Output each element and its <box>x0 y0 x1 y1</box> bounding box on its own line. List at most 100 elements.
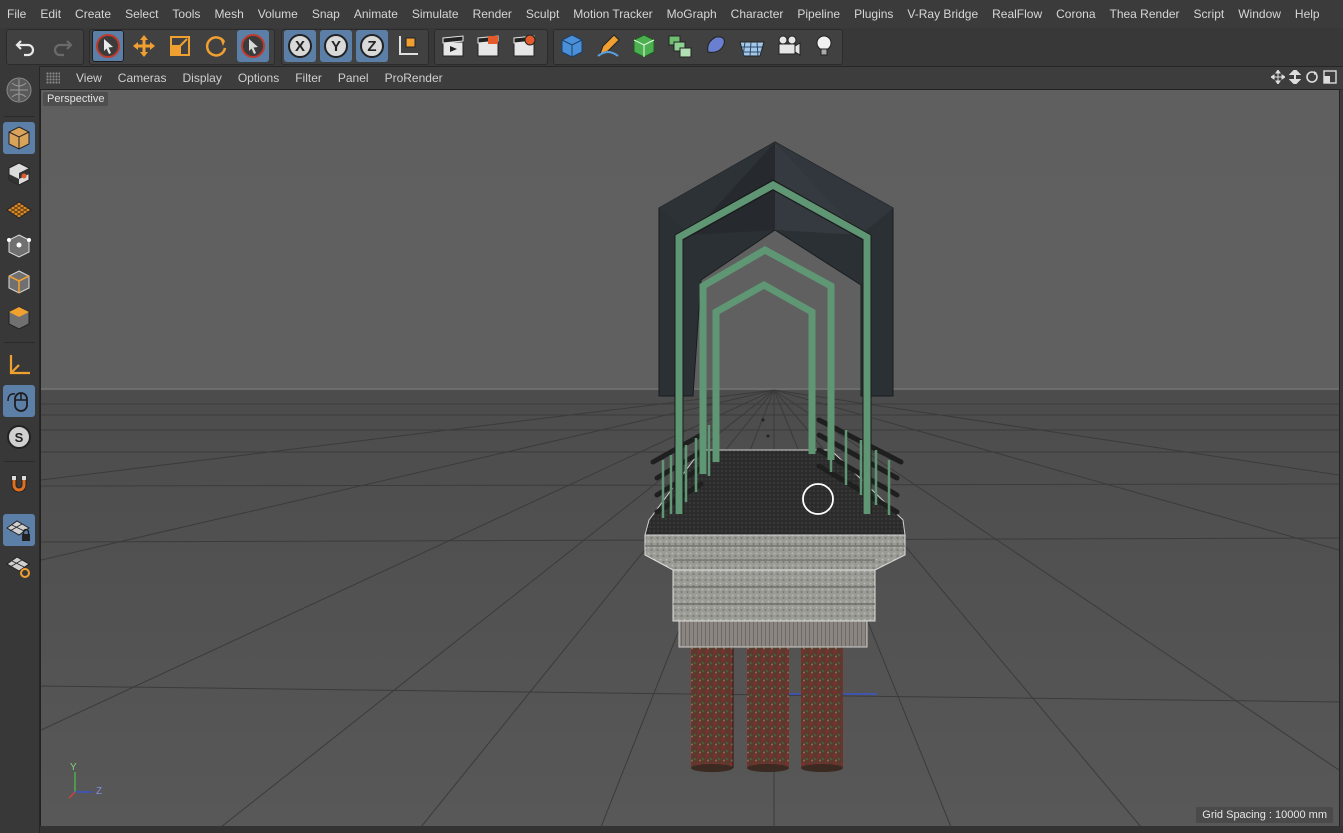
menu-window[interactable]: Window <box>1231 0 1288 28</box>
world-coordinates-icon <box>399 36 418 55</box>
menu-script[interactable]: Script <box>1187 0 1232 28</box>
cursor-icon <box>241 34 265 58</box>
menu-render[interactable]: Render <box>466 0 519 28</box>
menu-create[interactable]: Create <box>68 0 118 28</box>
perspective-viewport[interactable]: Perspective Y Z Grid Spacing : 10000 mm <box>40 89 1340 828</box>
x-axis-lock-button[interactable]: X <box>284 30 316 62</box>
menu-file[interactable]: File <box>0 0 33 28</box>
main-toolbar: X Y Z <box>0 28 1343 67</box>
solo-mode-button[interactable]: S <box>3 421 35 453</box>
viewport-menu-options[interactable]: Options <box>230 71 287 85</box>
menu-select[interactable]: Select <box>118 0 165 28</box>
axis-icon <box>9 355 30 375</box>
menu-bar: File Edit Create Select Tools Mesh Volum… <box>0 0 1343 29</box>
camera-label[interactable]: Perspective <box>43 92 109 106</box>
viewport-nav-controls <box>1271 70 1337 84</box>
texture-mode-button[interactable] <box>3 158 35 190</box>
menu-volume[interactable]: Volume <box>251 0 305 28</box>
subdivision-surface-button[interactable] <box>628 30 660 62</box>
menu-animate[interactable]: Animate <box>347 0 405 28</box>
render-settings-button[interactable] <box>508 30 540 62</box>
render-view-button[interactable] <box>437 30 469 62</box>
menu-motion-tracker[interactable]: Motion Tracker <box>566 0 659 28</box>
scene-canvas[interactable] <box>41 90 1339 827</box>
snap-button[interactable] <box>3 468 35 500</box>
model-mode-button[interactable] <box>3 122 35 154</box>
scale-tool-button[interactable] <box>164 30 196 62</box>
panel-grip[interactable] <box>46 72 60 84</box>
menu-plugins[interactable]: Plugins <box>847 0 900 28</box>
floor-grid-icon <box>739 41 765 57</box>
menu-character[interactable]: Character <box>724 0 791 28</box>
render-region-button[interactable] <box>472 30 504 62</box>
z-axis-label: Z <box>367 37 377 55</box>
zoom-icon[interactable] <box>1289 70 1301 84</box>
menu-simulate[interactable]: Simulate <box>405 0 466 28</box>
viewport-menu-panel[interactable]: Panel <box>330 71 377 85</box>
maximize-view-icon[interactable] <box>1323 70 1337 84</box>
viewport-menu-filter[interactable]: Filter <box>287 71 330 85</box>
selection-tool-button[interactable] <box>237 30 269 62</box>
move-icon <box>133 35 155 57</box>
menu-corona[interactable]: Corona <box>1049 0 1102 28</box>
mouse-icon <box>7 392 28 412</box>
deformer-button[interactable] <box>700 30 732 62</box>
render-region-icon <box>477 35 499 57</box>
model-cube-icon <box>8 126 30 150</box>
viewport-menu-display[interactable]: Display <box>174 71 229 85</box>
texture-checker-icon <box>8 162 30 186</box>
tweak-mode-button[interactable] <box>3 385 35 417</box>
menu-help[interactable]: Help <box>1288 0 1327 28</box>
menu-realflow[interactable]: RealFlow <box>985 0 1049 28</box>
menu-vray-bridge[interactable]: V-Ray Bridge <box>900 0 985 28</box>
support-piles <box>691 646 843 772</box>
workplane-mode-button[interactable] <box>3 194 35 226</box>
y-axis-lock-button[interactable]: Y <box>320 30 352 62</box>
viewport-menu-prorender[interactable]: ProRender <box>377 71 451 85</box>
locked-workplane-button[interactable] <box>3 514 35 546</box>
viewport-menu-cameras[interactable]: Cameras <box>110 71 175 85</box>
live-selection-button[interactable] <box>92 30 124 62</box>
points-icon <box>7 234 31 258</box>
menu-sculpt[interactable]: Sculpt <box>519 0 566 28</box>
y-axis-label: Y <box>330 37 341 55</box>
menu-mograph[interactable]: MoGraph <box>660 0 724 28</box>
polygons-mode-button[interactable] <box>3 302 35 334</box>
light-button[interactable] <box>808 30 840 62</box>
workplane-icon <box>6 201 32 219</box>
planar-workplane-button[interactable] <box>3 550 35 582</box>
stone-base <box>644 534 906 622</box>
menu-snap[interactable]: Snap <box>305 0 347 28</box>
orbit-icon[interactable] <box>1305 70 1319 84</box>
menu-pipeline[interactable]: Pipeline <box>790 0 847 28</box>
edges-mode-button[interactable] <box>3 266 35 298</box>
workplane-rotate-icon <box>6 556 30 578</box>
z-axis-lock-button[interactable]: Z <box>356 30 388 62</box>
pile-cap <box>678 620 868 648</box>
rotate-tool-button[interactable] <box>200 30 232 62</box>
undo-icon <box>15 40 35 57</box>
menu-thea-render[interactable]: Thea Render <box>1103 0 1187 28</box>
cube-object-button[interactable] <box>556 30 588 62</box>
floor-button[interactable] <box>736 30 768 62</box>
move-tool-button[interactable] <box>128 30 160 62</box>
redo-icon <box>53 40 73 57</box>
points-mode-button[interactable] <box>3 230 35 262</box>
axis-mode-button[interactable] <box>3 349 35 381</box>
redo-button[interactable] <box>46 30 78 62</box>
make-editable-button[interactable] <box>3 74 35 106</box>
menu-edit[interactable]: Edit <box>33 0 68 28</box>
subdivision-icon <box>633 34 655 58</box>
coordinate-system-button[interactable] <box>392 30 424 62</box>
undo-button[interactable] <box>10 30 42 62</box>
menu-tools[interactable]: Tools <box>165 0 207 28</box>
camera-button[interactable] <box>772 30 804 62</box>
viewport-menu-view[interactable]: View <box>68 71 110 85</box>
pen-icon <box>597 34 620 57</box>
menu-mesh[interactable]: Mesh <box>207 0 250 28</box>
camera-icon <box>778 35 801 56</box>
pan-icon[interactable] <box>1271 70 1285 84</box>
locked-workplane-icon <box>6 520 30 541</box>
cloner-button[interactable] <box>664 30 696 62</box>
pen-spline-button[interactable] <box>592 30 624 62</box>
